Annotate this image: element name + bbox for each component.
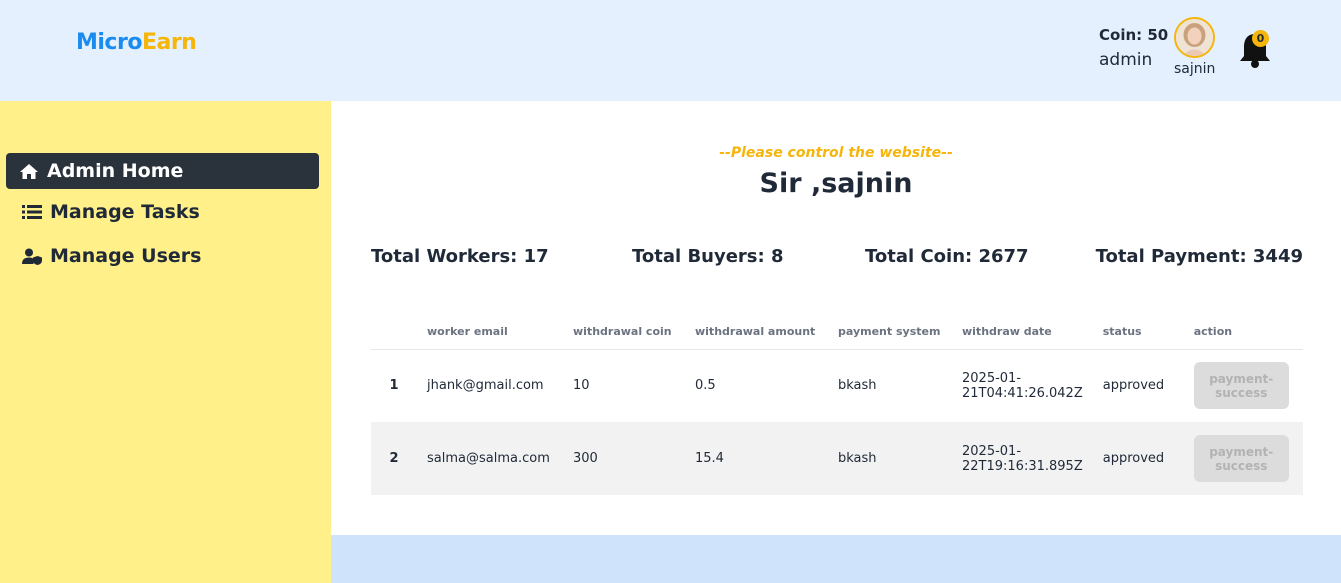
column-header: withdrawal coin [563, 314, 685, 350]
column-header [371, 314, 417, 350]
withdrawal-amount: 15.4 [685, 422, 828, 495]
sidebar-item-admin-home[interactable]: Admin Home [6, 153, 319, 189]
withdraw-date-line1: 2025-01- [962, 443, 1022, 459]
home-icon [20, 163, 38, 179]
stat-total-buyers: Total Buyers: 8 [632, 246, 784, 267]
page-tagline: --Please control the website-- [719, 145, 953, 161]
stat-total-payment: Total Payment: 3449 [1095, 246, 1303, 267]
top-header: MicroEarn Coin: 50 admin sajnin 0 [0, 0, 1341, 101]
withdraw-date-line2: 21T04:41:26.042Z [962, 385, 1083, 401]
sidebar-item-label: Admin Home [47, 160, 184, 182]
coin-balance: Coin: 50 [1099, 26, 1169, 44]
stat-total-coin: Total Coin: 2677 [865, 246, 1029, 267]
sidebar-item-manage-tasks[interactable]: Manage Tasks [6, 194, 319, 230]
payment-success-button[interactable]: payment-success [1193, 435, 1289, 482]
withdraw-date: 2025-01- 21T04:41:26.042Z [952, 349, 1093, 422]
brand-part-micro: Micro [76, 30, 142, 55]
user-shield-icon [22, 248, 42, 265]
list-icon [22, 205, 42, 219]
row-number: 1 [389, 378, 399, 394]
notification-badge: 0 [1252, 30, 1269, 47]
worker-email: jhank@gmail.com [427, 378, 544, 394]
user-info: Coin: 50 admin [1099, 26, 1168, 70]
action-cell: payment-success [1184, 349, 1303, 422]
payment-system: bkash [838, 378, 877, 394]
avatar-image [1176, 19, 1213, 56]
withdrawal-amount: 0.5 [695, 378, 716, 394]
username: sajnin [1174, 61, 1216, 77]
payment-success-button[interactable]: payment-success [1193, 362, 1289, 410]
column-header: withdrawal amount [685, 314, 828, 350]
user-profile[interactable]: sajnin [1174, 17, 1215, 77]
status-text: approved [1102, 378, 1165, 394]
withdraw-date-line2: 22T19:16:31.895Z [962, 458, 1083, 474]
column-header: worker email [417, 314, 563, 350]
withdrawal-coin: 10 [573, 378, 590, 394]
sidebar-item-label: Manage Tasks [50, 201, 200, 223]
sidebar-item-manage-users[interactable]: Manage Users [6, 238, 319, 274]
page-title: Sir ,sajnin [759, 168, 913, 199]
table-row: 1 jhank@gmail.com 10 0.5 bkash 2025-01- … [371, 349, 1303, 422]
column-header: withdraw date [952, 314, 1093, 350]
table-header-row: worker email withdrawal coin withdrawal … [371, 314, 1303, 350]
table-row: 2 salma@salma.com 300 15.4 bkash 2025-01… [371, 422, 1303, 495]
column-header: status [1092, 314, 1184, 350]
column-header: payment system [828, 314, 952, 350]
status-text: approved [1092, 422, 1184, 495]
avatar[interactable] [1174, 17, 1215, 58]
withdrawal-coin: 300 [563, 422, 685, 495]
payment-system: bkash [828, 422, 952, 495]
stat-total-workers: Total Workers: 17 [371, 246, 549, 267]
row-number: 2 [371, 422, 417, 495]
brand-part-earn: Earn [141, 30, 197, 55]
column-header: action [1183, 314, 1303, 350]
withdraw-date: 2025-01- 22T19:16:31.895Z [952, 422, 1093, 495]
sidebar-item-label: Manage Users [50, 245, 202, 267]
withdraw-date-line1: 2025-01- [962, 370, 1022, 386]
withdrawal-table: worker email withdrawal coin withdrawal … [371, 314, 1303, 495]
footer-strip [331, 535, 1341, 583]
action-cell: payment-success [1183, 422, 1303, 495]
sidebar: Admin Home Manage Tasks Manage Users [0, 101, 331, 583]
brand-logo[interactable]: MicroEarn [76, 30, 197, 55]
user-role: admin [1099, 50, 1153, 70]
worker-email: salma@salma.com [417, 422, 563, 495]
